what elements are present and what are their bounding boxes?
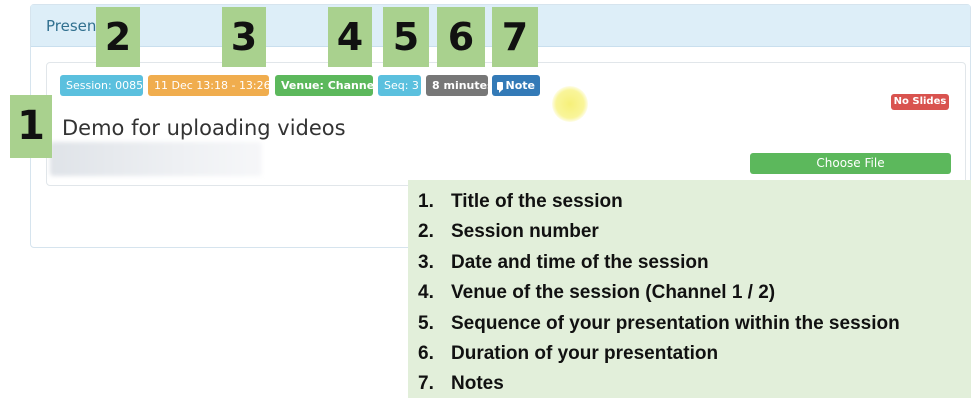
legend-item: 4. Venue of the session (Channel 1 / 2) — [418, 282, 776, 304]
legend-item: 1. Title of the session — [418, 191, 623, 212]
legend-item: 2. Session number — [418, 221, 599, 243]
callout-marker-1: 1 — [10, 95, 52, 158]
sequence-label: Seq: 3 — [378, 75, 421, 96]
legend-box: 1. Title of the session 2. Session number … — [408, 180, 971, 398]
comment-icon — [497, 81, 503, 93]
callout-marker-5: 5 — [383, 7, 429, 67]
callout-marker-3: 3 — [222, 7, 266, 67]
no-slides-badge: No Slides — [891, 94, 949, 110]
legend-list: 1. Title of the session 2. Session number … — [418, 187, 971, 398]
session-datetime-label: 11 Dec 13:18 - 13:26 — [148, 75, 271, 96]
legend-item: 6. Duration of your presentation — [418, 342, 719, 364]
session-number-label: Session: 0085 — [60, 75, 143, 96]
note-label: Note — [505, 79, 535, 92]
callout-marker-6: 6 — [437, 7, 485, 67]
choose-file-button[interactable]: Choose File — [750, 153, 951, 174]
callout-marker-4: 4 — [328, 7, 372, 67]
legend-item: 3. Date and time of the session — [418, 251, 709, 273]
legend-item: 5. Sequence of your presentation within t… — [418, 312, 900, 334]
redacted-text — [50, 142, 262, 176]
callout-marker-2: 2 — [96, 7, 140, 67]
duration-label: 8 minutes — [426, 75, 494, 96]
session-venue-label: Venue: Channel 1 — [275, 75, 389, 96]
cursor-highlight — [552, 86, 588, 122]
note-button[interactable]: Note — [492, 75, 540, 96]
session-title: Demo for uploading videos — [62, 116, 346, 140]
callout-marker-7: 7 — [492, 7, 538, 67]
legend-item: 7. Notes — [418, 373, 504, 395]
